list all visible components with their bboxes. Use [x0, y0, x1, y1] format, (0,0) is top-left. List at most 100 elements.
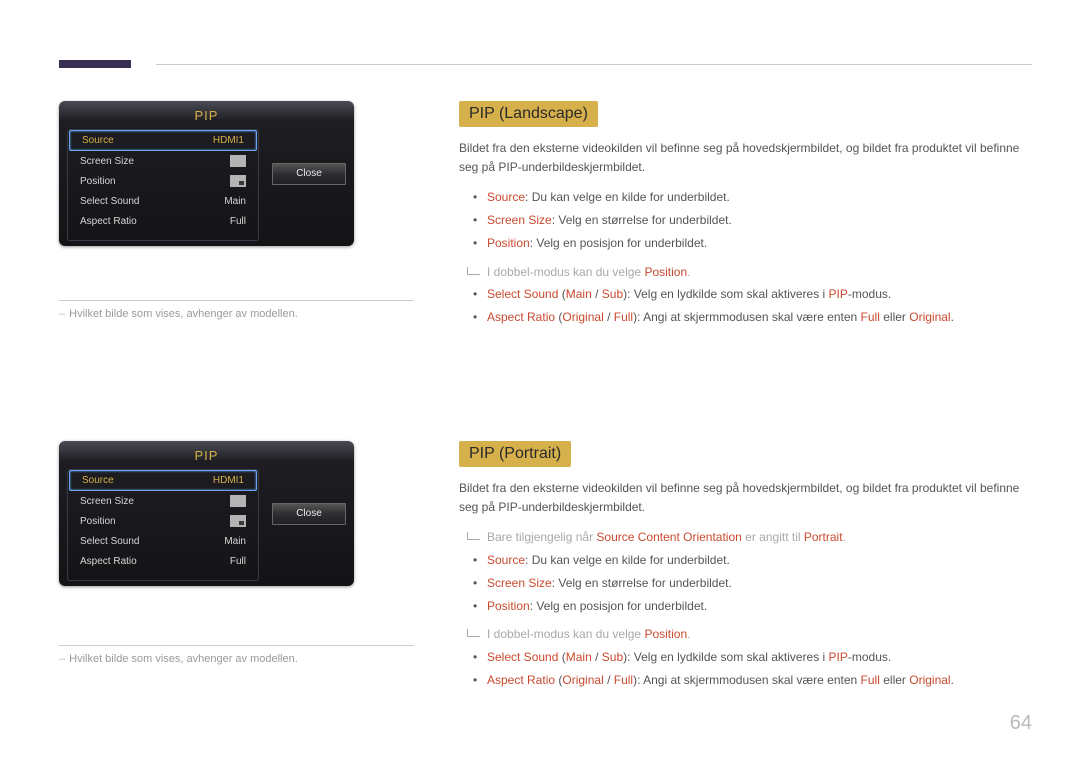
- note-position: I dobbel-modus kan du velge Position.: [459, 261, 1032, 284]
- hl: Portrait: [804, 530, 843, 544]
- hl-screensize: Screen Size: [487, 213, 552, 227]
- osd-label: Select Sound: [80, 196, 140, 207]
- page: 64 PIP Source HDMI1 Screen Size Position…: [0, 0, 1080, 763]
- osd-value: HDMI1: [213, 475, 244, 486]
- osd-row-source[interactable]: Source HDMI1: [69, 470, 257, 491]
- osd-row-aspectratio[interactable]: Aspect Ratio Full: [68, 551, 258, 571]
- bullet-source: Source: Du kan velge en kilde for underb…: [459, 549, 1032, 572]
- osd-row-position[interactable]: Position: [68, 511, 258, 531]
- hl: Main: [566, 650, 592, 664]
- bullet-position: Position: Velg en posisjon for underbild…: [459, 595, 1032, 618]
- close-button[interactable]: Close: [272, 503, 346, 525]
- caption-rule: [59, 300, 414, 301]
- hl: Original: [909, 310, 950, 324]
- hl: Original: [562, 673, 603, 687]
- hl: Sub: [602, 650, 623, 664]
- bullet-selectsound: Select Sound (Main / Sub): Velg en lydki…: [459, 646, 1032, 669]
- bullet-screensize: Screen Size: Velg en størrelse for under…: [459, 209, 1032, 232]
- hl: Sub: [602, 287, 623, 301]
- bullet-list: Select Sound (Main / Sub): Velg en lydki…: [459, 646, 1032, 692]
- hl: Full: [861, 310, 880, 324]
- pip-position-icon: [230, 515, 246, 527]
- hl: PIP: [829, 650, 848, 664]
- osd-title: PIP: [59, 101, 354, 129]
- hl: Full: [614, 673, 633, 687]
- bullet-aspectratio: Aspect Ratio (Original / Full): Angi at …: [459, 669, 1032, 692]
- note-text: Bare tilgjengelig når: [487, 530, 596, 544]
- top-rule: [156, 64, 1032, 65]
- osd-row-aspectratio[interactable]: Aspect Ratio Full: [68, 211, 258, 231]
- heading-landscape: PIP (Landscape): [459, 101, 598, 127]
- bullet-list: Source: Du kan velge en kilde for underb…: [459, 186, 1032, 254]
- note-text: er angitt til: [742, 530, 804, 544]
- caption: –Hvilket bilde som vises, avhenger av mo…: [59, 653, 419, 665]
- dash-icon: –: [59, 653, 65, 665]
- caption: –Hvilket bilde som vises, avhenger av mo…: [59, 308, 419, 320]
- osd-pip-landscape: PIP Source HDMI1 Screen Size Position Se…: [59, 101, 354, 246]
- osd-list: Source HDMI1 Screen Size Position Select…: [67, 469, 259, 581]
- intro-text: Bildet fra den eksterne videokilden vil …: [459, 139, 1032, 176]
- t: ): Angi at skjermmodusen skal være enten: [633, 673, 860, 687]
- hl: Full: [861, 673, 880, 687]
- note-orientation: Bare tilgjengelig når Source Content Ori…: [459, 526, 1032, 549]
- bullet-list: Source: Du kan velge en kilde for underb…: [459, 549, 1032, 617]
- hl-position: Position: [487, 599, 530, 613]
- t: ): Angi at skjermmodusen skal være enten: [633, 310, 860, 324]
- bullet-list: Select Sound (Main / Sub): Velg en lydki…: [459, 283, 1032, 329]
- osd-label: Screen Size: [80, 156, 134, 167]
- hl: Full: [614, 310, 633, 324]
- caption-rule: [59, 645, 414, 646]
- bullet-text: : Velg en størrelse for underbildet.: [552, 576, 732, 590]
- hl: Select Sound: [487, 287, 558, 301]
- bullet-text: : Velg en størrelse for underbildet.: [552, 213, 732, 227]
- osd-row-screensize[interactable]: Screen Size: [68, 151, 258, 171]
- osd-row-selectsound[interactable]: Select Sound Main: [68, 531, 258, 551]
- hl: Original: [909, 673, 950, 687]
- bullet-screensize: Screen Size: Velg en størrelse for under…: [459, 572, 1032, 595]
- bullet-text: : Velg en posisjon for underbildet.: [530, 236, 707, 250]
- hl-position: Position: [487, 236, 530, 250]
- t: -modus.: [848, 650, 891, 664]
- osd-row-screensize[interactable]: Screen Size: [68, 491, 258, 511]
- osd-list: Source HDMI1 Screen Size Position Select…: [67, 129, 259, 241]
- hl-source: Source: [487, 553, 525, 567]
- t: .: [951, 310, 954, 324]
- osd-row-source[interactable]: Source HDMI1: [69, 130, 257, 151]
- t: (: [558, 287, 565, 301]
- osd-value: Full: [230, 556, 246, 567]
- osd-label: Position: [80, 176, 116, 187]
- osd-label: Source: [82, 135, 114, 146]
- osd-label: Source: [82, 475, 114, 486]
- hl-source: Source: [487, 190, 525, 204]
- caption-text: Hvilket bilde som vises, avhenger av mod…: [69, 653, 298, 665]
- section-portrait: PIP (Portrait) Bildet fra den eksterne v…: [459, 441, 1032, 698]
- pip-size-icon: [230, 155, 246, 167]
- hl-position: Position: [644, 627, 687, 641]
- hl: Aspect Ratio: [487, 673, 555, 687]
- caption-text: Hvilket bilde som vises, avhenger av mod…: [69, 308, 298, 320]
- osd-row-selectsound[interactable]: Select Sound Main: [68, 191, 258, 211]
- pip-position-icon: [230, 175, 246, 187]
- t: /: [592, 287, 602, 301]
- note-text: .: [843, 530, 846, 544]
- osd-label: Position: [80, 516, 116, 527]
- t: /: [604, 310, 614, 324]
- osd-label: Aspect Ratio: [80, 556, 137, 567]
- osd-label: Aspect Ratio: [80, 216, 137, 227]
- osd-label: Select Sound: [80, 536, 140, 547]
- osd-pip-portrait: PIP Source HDMI1 Screen Size Position Se…: [59, 441, 354, 586]
- hl: Main: [566, 287, 592, 301]
- close-button[interactable]: Close: [272, 163, 346, 185]
- t: eller: [880, 673, 909, 687]
- bullet-text: : Velg en posisjon for underbildet.: [530, 599, 707, 613]
- osd-value: Main: [224, 196, 246, 207]
- osd-row-position[interactable]: Position: [68, 171, 258, 191]
- bullet-source: Source: Du kan velge en kilde for underb…: [459, 186, 1032, 209]
- bullet-aspectratio: Aspect Ratio (Original / Full): Angi at …: [459, 306, 1032, 329]
- heading-portrait: PIP (Portrait): [459, 441, 571, 467]
- osd-value: Full: [230, 216, 246, 227]
- hl-screensize: Screen Size: [487, 576, 552, 590]
- note-text: I dobbel-modus kan du velge: [487, 627, 644, 641]
- intro-text: Bildet fra den eksterne videokilden vil …: [459, 479, 1032, 516]
- dash-icon: –: [59, 308, 65, 320]
